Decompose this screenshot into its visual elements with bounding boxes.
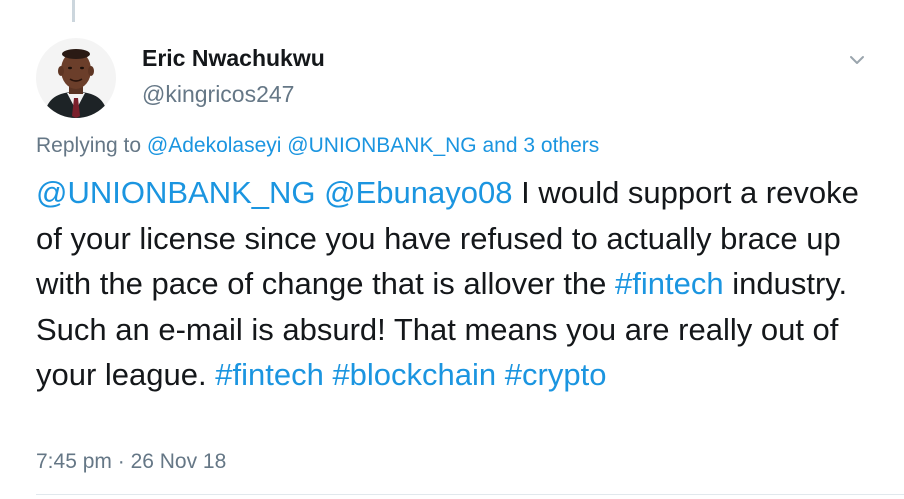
author-name[interactable]: Eric Nwachukwu	[142, 44, 325, 72]
hashtag-link[interactable]: #crypto	[505, 357, 607, 392]
reply-and-word: and	[482, 134, 518, 157]
mention-link[interactable]: @UNIONBANK_NG	[36, 175, 316, 210]
thread-connector-line	[72, 0, 75, 22]
hashtag-link[interactable]: #fintech	[215, 357, 324, 392]
hashtag-link[interactable]: #blockchain	[332, 357, 496, 392]
timestamp-time: 7:45 pm	[36, 450, 112, 473]
mention-link[interactable]: @Ebunayo08	[324, 175, 512, 210]
chevron-down-icon[interactable]	[846, 50, 868, 70]
avatar[interactable]	[36, 38, 116, 118]
timestamp-date: 26 Nov 18	[130, 450, 227, 473]
tweet-timestamp[interactable]: 7:45 pm · 26 Nov 18	[36, 450, 226, 474]
reply-others-link[interactable]: 3 others	[523, 134, 599, 157]
reply-mentions-link[interactable]: @Adekolaseyi @UNIONBANK_NG	[147, 134, 477, 157]
author-handle[interactable]: @kingricos247	[142, 80, 325, 108]
hashtag-link[interactable]: #fintech	[615, 266, 724, 301]
divider	[36, 494, 904, 495]
tweet-text: @UNIONBANK_NG @Ebunayo08 I would support…	[36, 170, 886, 398]
tweet-author[interactable]: Eric Nwachukwu @kingricos247	[142, 44, 325, 108]
profile-photo-illustration	[36, 38, 116, 118]
reply-context-prefix: Replying to	[36, 134, 142, 157]
timestamp-separator: ·	[111, 450, 131, 473]
reply-context: Replying to @Adekolaseyi @UNIONBANK_NG a…	[36, 134, 599, 158]
